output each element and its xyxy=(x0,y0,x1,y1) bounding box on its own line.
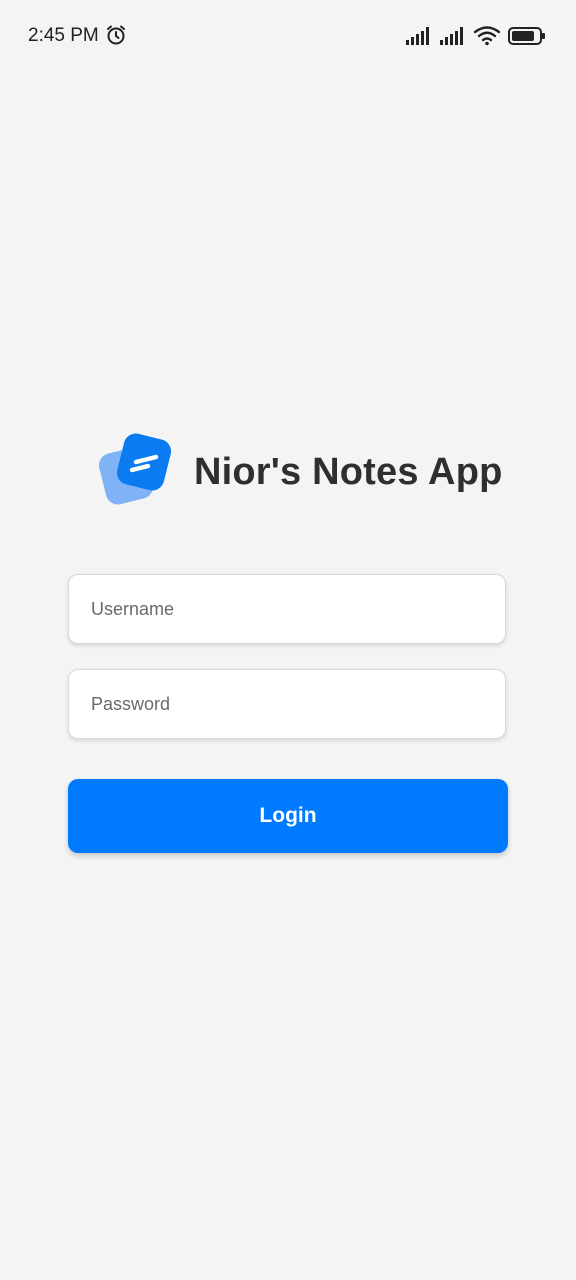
alarm-icon xyxy=(107,25,125,45)
wifi-icon xyxy=(474,26,500,46)
signal-icon xyxy=(406,27,429,45)
status-icons xyxy=(406,24,546,48)
status-bar: 2:45 PM xyxy=(0,0,576,72)
app-title: Nior's Notes App xyxy=(194,450,503,493)
app-brand: Nior's Notes App xyxy=(98,432,503,512)
status-time: 2:45 PM xyxy=(28,25,99,46)
password-input[interactable] xyxy=(68,669,506,739)
signal-icon xyxy=(440,27,463,45)
username-input[interactable] xyxy=(68,574,506,644)
notes-logo-icon xyxy=(98,432,174,512)
login-button[interactable]: Login xyxy=(68,779,508,853)
battery-icon xyxy=(508,27,545,45)
